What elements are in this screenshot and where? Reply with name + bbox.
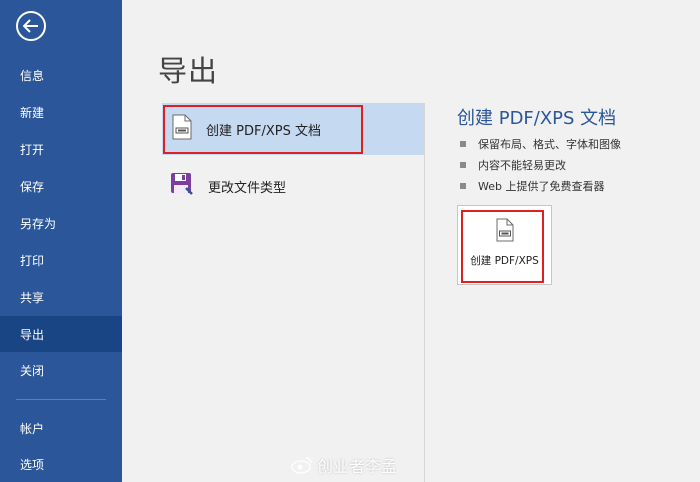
- nav-label: 新建: [20, 105, 45, 120]
- nav-item-options[interactable]: 选项: [0, 446, 122, 482]
- bullet-item: 保留布局、格式、字体和图像: [460, 133, 621, 154]
- detail-title: 创建 PDF/XPS 文档: [457, 108, 617, 129]
- sidebar-divider: [16, 399, 106, 400]
- backstage-sidebar: 信息 新建 打开 保存 另存为 打印 共享 导出 关闭 帐户 选项: [0, 0, 122, 482]
- nav-label: 保存: [20, 179, 45, 194]
- nav-item-open[interactable]: 打开: [0, 131, 122, 167]
- bullet-item: 内容不能轻易更改: [460, 154, 621, 175]
- highlight-box: [461, 210, 544, 283]
- option-label: 更改文件类型: [208, 180, 287, 196]
- bullet-text: 内容不能轻易更改: [478, 158, 566, 172]
- bullet-text: 保留布局、格式、字体和图像: [478, 137, 621, 151]
- nav-item-info[interactable]: 信息: [0, 57, 122, 93]
- back-arrow-icon: [23, 19, 38, 33]
- nav-label: 共享: [20, 290, 45, 305]
- panel-divider: [424, 103, 425, 482]
- bullet-text: Web 上提供了免费查看器: [478, 179, 605, 193]
- nav-item-close[interactable]: 关闭: [0, 352, 122, 388]
- option-change-file-type[interactable]: 更改文件类型: [162, 160, 422, 212]
- nav-label: 打开: [20, 142, 45, 157]
- nav-label: 另存为: [20, 216, 57, 231]
- nav-item-account[interactable]: 帐户: [0, 410, 122, 446]
- back-button[interactable]: [16, 11, 46, 41]
- nav-item-save-as[interactable]: 另存为: [0, 205, 122, 241]
- nav-label: 信息: [20, 68, 45, 83]
- bullet-square-icon: [460, 161, 466, 168]
- nav-label: 帐户: [20, 421, 45, 436]
- watermark: 创业者李孟: [291, 453, 397, 477]
- highlight-box: [163, 105, 363, 154]
- nav-label: 选项: [20, 457, 45, 472]
- bullet-item: Web 上提供了免费查看器: [460, 175, 621, 196]
- nav-item-share[interactable]: 共享: [0, 279, 122, 315]
- nav-item-new[interactable]: 新建: [0, 94, 122, 130]
- watermark-text: 创业者李孟: [317, 457, 398, 476]
- nav-label: 导出: [20, 327, 45, 342]
- bullet-square-icon: [460, 182, 466, 189]
- save-disk-icon: [170, 172, 194, 200]
- page-title: 导出: [158, 54, 219, 88]
- weibo-logo-icon: [291, 457, 312, 474]
- bullet-square-icon: [460, 140, 466, 147]
- nav-item-export[interactable]: 导出: [0, 316, 122, 352]
- nav-label: 打印: [20, 253, 45, 268]
- nav-item-save[interactable]: 保存: [0, 168, 122, 204]
- nav-label: 关闭: [20, 363, 45, 378]
- detail-bullets: 保留布局、格式、字体和图像 内容不能轻易更改 Web 上提供了免费查看器: [460, 133, 621, 196]
- nav-item-print[interactable]: 打印: [0, 242, 122, 278]
